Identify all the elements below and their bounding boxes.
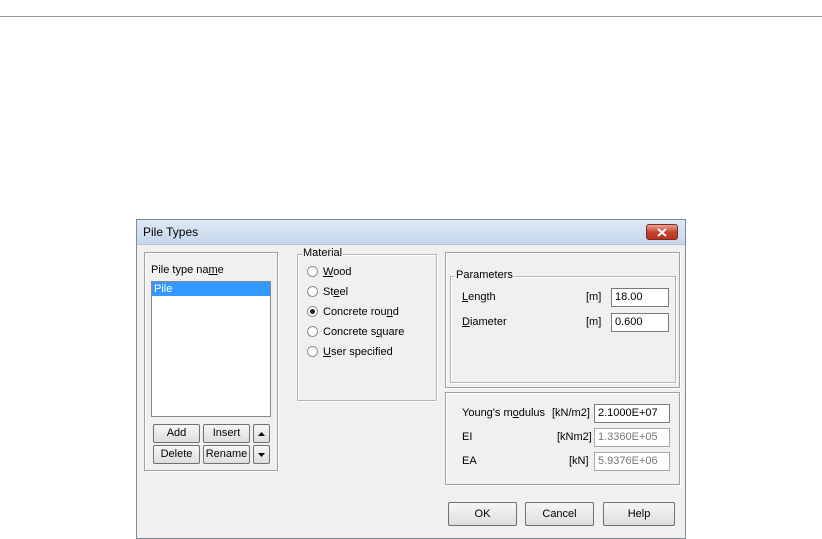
close-button[interactable] (646, 224, 678, 240)
material-legend: Material (302, 247, 344, 259)
diameter-input[interactable]: 0.600 (611, 313, 669, 332)
list-item[interactable]: Pile (152, 282, 270, 296)
rename-button[interactable]: Rename (203, 445, 250, 464)
ea-label: EA (462, 455, 477, 467)
top-separator-line (0, 16, 822, 17)
arrow-down-icon (258, 453, 265, 457)
cancel-button[interactable]: Cancel (525, 502, 594, 526)
insert-button[interactable]: Insert (203, 424, 250, 443)
ea-value: 5.9376E+06 (594, 452, 670, 471)
radio-button[interactable] (307, 266, 318, 277)
parameters-legend: Parameters (455, 269, 514, 281)
material-group: Material Wood Steel Concrete round Concr… (297, 247, 437, 401)
ei-label: EI (462, 431, 473, 443)
move-down-button[interactable] (253, 445, 270, 464)
material-steel-option[interactable]: Steel (307, 285, 348, 299)
pile-type-list[interactable]: Pile (151, 281, 271, 417)
ea-unit: [kN] (569, 455, 589, 467)
move-up-button[interactable] (253, 424, 270, 443)
material-concrete-square-option[interactable]: Concrete square (307, 325, 404, 339)
properties-panel: Young's modulus [kN/m2] 2.1000E+07 EI [k… (445, 392, 680, 485)
radio-button[interactable] (307, 346, 318, 357)
radio-button-checked[interactable] (307, 306, 318, 317)
pile-type-panel: Pile type name Pile Add Insert Delete Re… (144, 252, 278, 471)
radio-button[interactable] (307, 286, 318, 297)
pile-type-name-label: Pile type name (151, 264, 224, 276)
radio-button[interactable] (307, 326, 318, 337)
delete-button[interactable]: Delete (153, 445, 200, 464)
window-title: Pile Types (143, 225, 199, 239)
diameter-label: Diameter (462, 316, 507, 328)
youngs-modulus-unit: [kN/m2] (552, 407, 590, 419)
ei-value: 1.3360E+05 (594, 428, 670, 447)
title-bar[interactable]: Pile Types (137, 220, 685, 245)
pile-types-dialog: Pile Types Pile type name Pile Add Inser… (136, 219, 686, 539)
close-icon (657, 228, 667, 237)
youngs-modulus-input[interactable]: 2.1000E+07 (594, 404, 670, 423)
material-wood-option[interactable]: Wood (307, 265, 352, 279)
length-input[interactable]: 18.00 (611, 288, 669, 307)
material-concrete-round-option[interactable]: Concrete round (307, 305, 399, 319)
parameters-panel: Parameters Length [m] 18.00 Diameter [m]… (445, 252, 680, 388)
diameter-unit: [m] (586, 316, 602, 328)
material-user-specified-option[interactable]: User specified (307, 345, 393, 359)
length-unit: [m] (586, 291, 602, 303)
ei-unit: [kNm2] (557, 431, 592, 443)
length-label: Length (462, 291, 496, 303)
ok-button[interactable]: OK (448, 502, 517, 526)
add-button[interactable]: Add (153, 424, 200, 443)
parameters-group: Parameters Length [m] 18.00 Diameter [m]… (450, 269, 676, 383)
youngs-modulus-label: Young's modulus (462, 407, 546, 419)
arrow-up-icon (258, 432, 265, 436)
help-button[interactable]: Help (603, 502, 675, 526)
